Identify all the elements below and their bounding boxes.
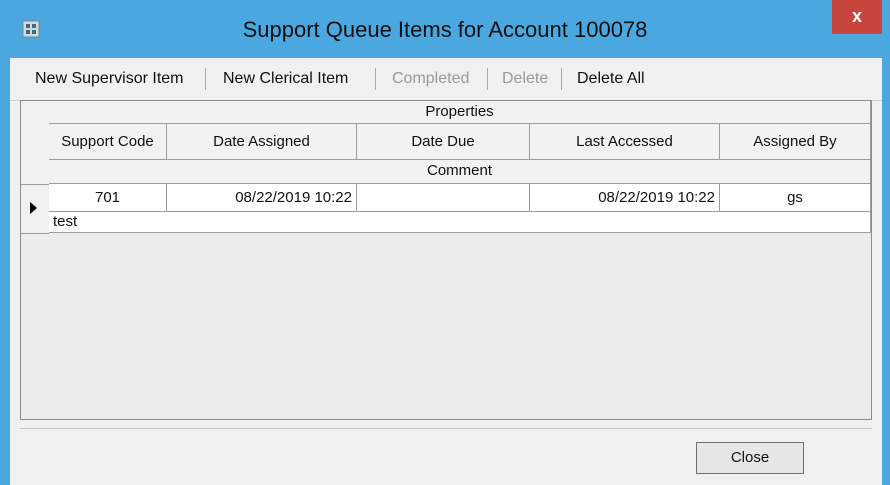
toolbar: New Supervisor Item New Clerical Item Co… <box>10 58 882 101</box>
close-window-button[interactable]: x <box>832 0 882 34</box>
column-header-date-assigned[interactable]: Date Assigned <box>167 124 357 160</box>
toolbar-separator <box>375 68 376 90</box>
column-header-last-accessed[interactable]: Last Accessed <box>530 124 720 160</box>
title-bar[interactable]: Support Queue Items for Account 100078 x <box>0 0 890 58</box>
toolbar-separator <box>487 68 488 90</box>
dialog-client-area: New Supervisor Item New Clerical Item Co… <box>10 58 882 485</box>
window-title: Support Queue Items for Account 100078 <box>242 17 648 42</box>
row-header-spacer <box>21 101 49 185</box>
column-header-date-due[interactable]: Date Due <box>357 124 530 160</box>
new-supervisor-item-button[interactable]: New Supervisor Item <box>28 62 191 96</box>
row-selector[interactable] <box>21 184 49 234</box>
band-header-properties: Properties <box>49 101 871 124</box>
toolbar-separator <box>205 68 206 90</box>
completed-button[interactable]: Completed <box>385 62 476 96</box>
column-header-comment[interactable]: Comment <box>49 160 871 184</box>
cell-assigned-by[interactable]: gs <box>720 184 871 212</box>
close-button[interactable]: Close <box>696 442 804 474</box>
dialog-window: Support Queue Items for Account 100078 x… <box>0 0 890 485</box>
cell-date-assigned[interactable]: 08/22/2019 10:22 <box>167 184 357 212</box>
cell-comment[interactable]: test <box>49 212 871 233</box>
cell-date-due[interactable] <box>357 184 530 212</box>
footer-divider <box>20 428 872 429</box>
delete-button[interactable]: Delete <box>495 62 555 96</box>
toolbar-separator <box>561 68 562 90</box>
support-queue-grid[interactable]: Properties Support Code Date Assigned Da… <box>20 100 872 420</box>
new-clerical-item-button[interactable]: New Clerical Item <box>216 62 355 96</box>
row-header-column <box>21 101 50 234</box>
delete-all-button[interactable]: Delete All <box>570 62 652 96</box>
cell-last-accessed[interactable]: 08/22/2019 10:22 <box>530 184 720 212</box>
cell-support-code[interactable]: 701 <box>49 184 167 212</box>
close-icon: x <box>851 6 862 26</box>
current-row-arrow-icon <box>30 202 37 214</box>
column-header-assigned-by[interactable]: Assigned By <box>720 124 871 160</box>
column-header-support-code[interactable]: Support Code <box>49 124 167 160</box>
